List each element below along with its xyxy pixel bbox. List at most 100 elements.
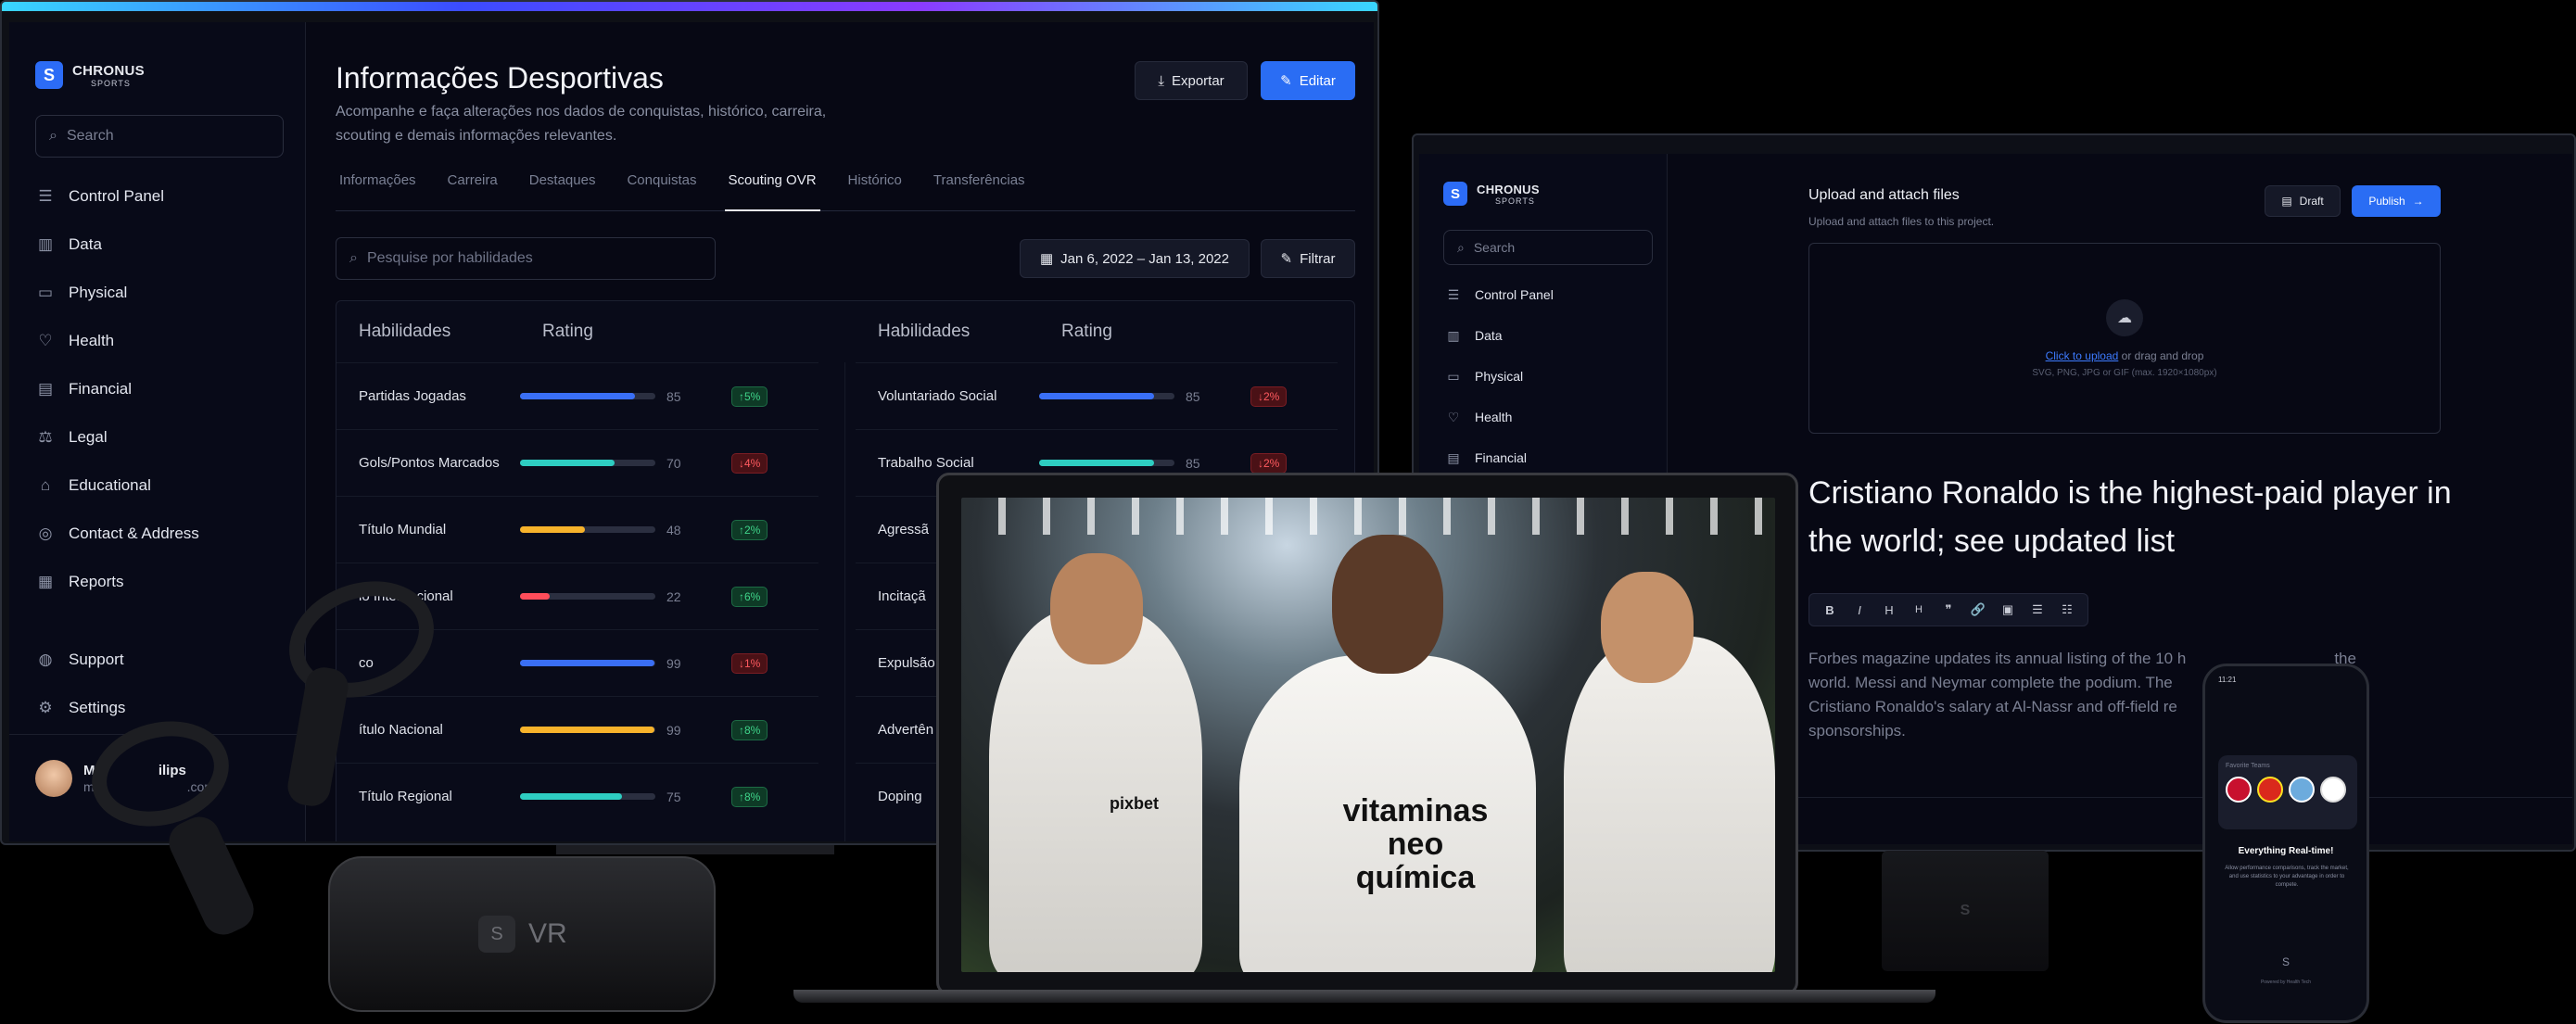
avatar [35,760,72,797]
support-icon: ◍ [38,651,53,668]
numbered-list-icon[interactable]: ☷ [2054,602,2080,617]
change-badge: ↑8% [731,786,768,807]
skill-name: Trabalho Social [878,455,974,471]
sidebar-item-label: Financial [69,380,133,398]
brand-logo[interactable]: S CHRONUS SPORTS [35,61,145,89]
bold-button[interactable]: B [1817,603,1843,617]
brand-sub: SPORTS [91,78,131,88]
skills-search-input[interactable]: ⌕ Pesquise por habilidades [336,237,716,280]
link-icon[interactable]: 🔗 [1965,602,1991,617]
map-pin-icon: ◎ [38,525,53,542]
sidebar-item-label: Physical [1475,369,1524,384]
change-badge: ↑2% [731,519,768,540]
image-icon[interactable]: ▣ [1995,602,2021,617]
sidebar-item-control-panel[interactable]: ☰ Control Panel [1443,274,1554,315]
team-logo-icon[interactable] [2226,777,2252,803]
sidebar-item-data[interactable]: ▥ Data [35,221,199,269]
rating-value: 99 [666,722,681,738]
sidebar-item-health[interactable]: ♡ Health [35,317,199,365]
filter-button[interactable]: ✎ Filtrar [1261,239,1355,278]
phone-title: Everything Real-time! [2238,846,2334,856]
wallet-icon: ▤ [37,380,54,398]
sidebar-item-contact[interactable]: ◎ Contact & Address [35,510,199,558]
team-logo-icon[interactable] [2289,777,2315,803]
sidebar-item-legal[interactable]: ⚖ Legal [35,413,199,461]
tab-transferencias[interactable]: Transferências [930,167,1029,211]
sidebar-item-label: Settings [69,699,126,716]
rating-bar [520,593,655,600]
bullet-list-icon[interactable]: ☰ [2024,602,2050,617]
vr-headset: S VR [328,856,716,1012]
sidebar-item-label: Legal [69,428,108,446]
team-logo-icon[interactable] [2257,777,2283,803]
draft-button[interactable]: ▤ Draft [2265,185,2341,217]
brand-logo[interactable]: S CHRONUS SPORTS [1443,182,1540,206]
table-row[interactable]: Título Regional 75 ↑8% [336,763,818,829]
tab-informacoes[interactable]: Informações [336,167,420,211]
chronus-logo-icon: S [35,61,63,89]
click-to-upload-link[interactable]: Click to upload [2046,349,2119,362]
sidebar-item-support[interactable]: ◍ Support [35,636,125,684]
sidebar-item-financial[interactable]: ▤ Financial [35,365,199,413]
sidebar-item-settings[interactable]: ⚙ Settings [35,684,125,732]
export-button[interactable]: ⤓ Exportar [1135,61,1248,100]
rating-value: 48 [666,522,681,537]
heading1-button[interactable]: H [1876,603,1902,617]
table-row[interactable]: Voluntariado Social 85 ↓2% [856,362,1338,429]
heading2-button[interactable]: H [1906,604,1932,615]
sidebar-item-physical[interactable]: ▭ Physical [35,269,199,317]
search-input[interactable]: ⌕ Search [35,115,284,158]
publish-label: Publish [2368,195,2405,208]
sidebar-nav: ☰ Control Panel ▥ Data ▭ Physical ♡ Health ▤… [1443,274,1554,478]
sidebar-item-reports[interactable]: ▦ Reports [35,558,199,606]
table-row[interactable]: ítulo Nacional 99 ↑8% [336,696,818,763]
page-subtitle: Acompanhe e faça alterações nos dados de… [336,104,827,144]
team-logos [2226,777,2357,803]
sidebar-item-educational[interactable]: ⌂ Educational [35,461,199,510]
table-row[interactable]: Título Mundial 48 ↑2% [336,496,818,563]
date-range-picker[interactable]: ▦ Jan 6, 2022 – Jan 13, 2022 [1020,239,1250,278]
rating-bar-fill [1039,393,1155,399]
sidebar-item-data[interactable]: ▥ Data [1443,315,1554,356]
italic-button[interactable]: I [1846,603,1872,617]
rating-bar [1039,460,1174,466]
rating-bar [520,660,655,666]
tab-historico[interactable]: Histórico [844,167,906,211]
wallet-icon: ▤ [1447,449,1460,465]
search-icon: ⌕ [1457,239,1465,255]
upload-title: Upload and attach files [1808,187,1960,203]
player-right-head [1601,572,1694,683]
sliders-icon: ☰ [38,187,53,205]
sidebar-item-label: Support [69,651,124,668]
table-row[interactable]: Gols/Pontos Marcados 70 ↓4% [336,429,818,496]
sidebar-item-health[interactable]: ♡ Health [1443,397,1554,437]
publish-button[interactable]: Publish → [2352,185,2441,217]
tab-conquistas[interactable]: Conquistas [623,167,700,211]
change-badge: ↑8% [731,719,768,740]
sponsor-line-2: neo [1387,827,1444,862]
phone-footer: Powered by Health Tech [2260,980,2312,985]
brand-name: CHRONUS [1477,182,1540,196]
bar-chart-icon: ▥ [1447,327,1460,343]
jersey-sponsor-small: pixbet [1110,794,1160,813]
tab-scouting-ovr[interactable]: Scouting OVR [724,167,820,211]
tab-carreira[interactable]: Carreira [444,167,501,211]
quote-icon[interactable]: ❞ [1935,602,1961,617]
rating-bar-fill [520,793,622,800]
search-input[interactable]: ⌕ Search [1443,230,1653,265]
sidebar-item-control-panel[interactable]: ☰ Control Panel [35,172,199,221]
article-headline[interactable]: Cristiano Ronaldo is the highest-paid pl… [1808,469,2457,565]
change-value: 5% [744,389,761,403]
tab-destaques[interactable]: Destaques [526,167,600,211]
change-value: 1% [744,656,761,670]
rating-bar-fill [520,460,615,466]
sidebar-item-physical[interactable]: ▭ Physical [1443,356,1554,397]
change-badge: ↑5% [731,386,768,407]
rating-bar-fill [520,393,636,399]
sidebar-item-label: Control Panel [69,187,165,205]
table-row[interactable]: Partidas Jogadas 85 ↑5% [336,362,818,429]
upload-rest: or drag and drop [2121,349,2204,362]
file-dropzone[interactable]: ☁ Click to upload or drag and drop SVG, … [1808,243,2441,434]
edit-button[interactable]: ✎ Editar [1261,61,1355,100]
team-logo-icon[interactable] [2320,777,2346,803]
